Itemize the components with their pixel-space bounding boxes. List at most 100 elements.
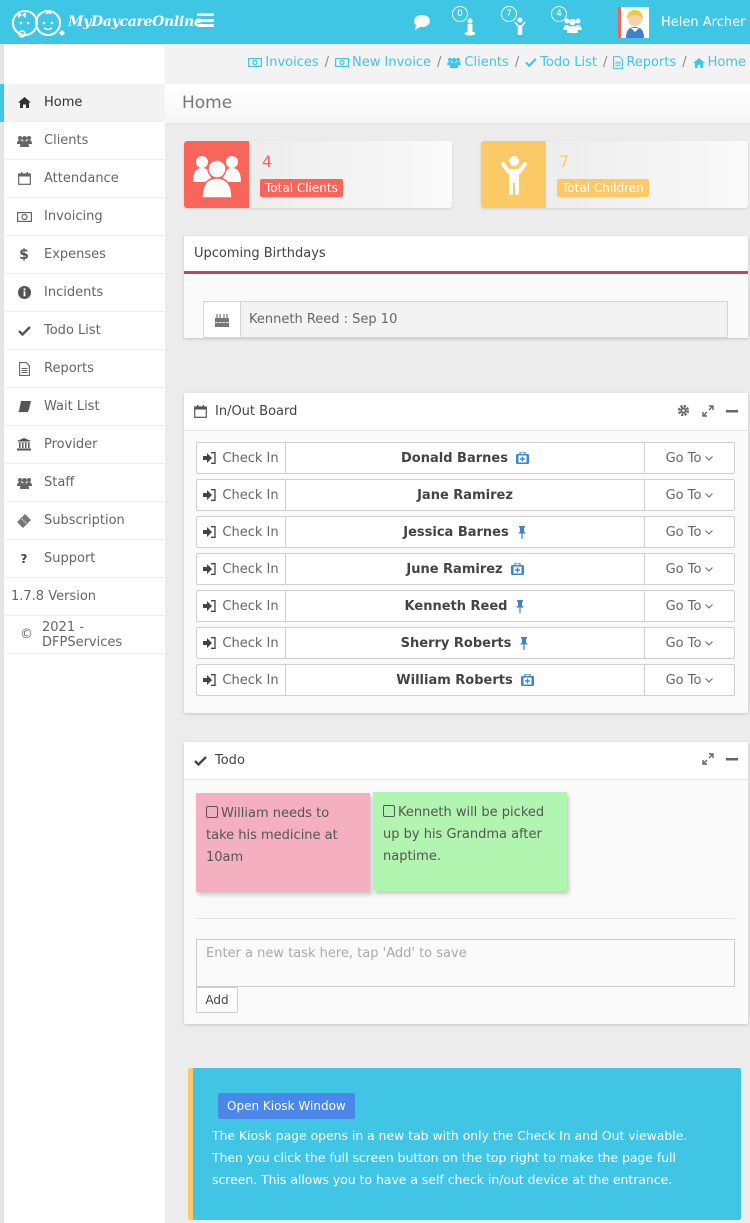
breadcrumb-bar: Invoices / New Invoice / Clients / Todo … (165, 44, 750, 84)
collapse-icon[interactable] (726, 753, 738, 765)
goto-dropdown[interactable]: Go To (644, 628, 734, 658)
inout-row: Check In William Roberts Go To (196, 664, 735, 696)
todo-checkbox[interactable] (206, 806, 218, 818)
brand-logo[interactable]: MyDaycareOnline (8, 6, 203, 38)
breadcrumb-home[interactable]: Home (692, 55, 746, 70)
hamburger-icon (197, 13, 214, 16)
child-name[interactable]: Kenneth Reed (286, 591, 644, 621)
collapse-icon[interactable] (726, 405, 738, 417)
sidebar-item-home[interactable]: Home (0, 84, 165, 122)
divider (196, 918, 735, 919)
home-icon (4, 97, 44, 108)
child-name[interactable]: Jane Ramirez (286, 480, 644, 510)
add-task-button[interactable]: Add (196, 987, 238, 1013)
sidebar-item-subscription[interactable]: Subscription (4, 502, 165, 540)
sidebar-item-label: Clients (44, 133, 89, 148)
goto-dropdown[interactable]: Go To (644, 554, 734, 584)
sidebar-item-provider[interactable]: Provider (4, 426, 165, 464)
sidebar-item-label: Expenses (44, 247, 106, 262)
info-icon (4, 286, 44, 299)
version-text: 1.7.8 Version (11, 589, 97, 604)
sidebar-item-staff[interactable]: Staff (4, 464, 165, 502)
total-clients-value: 4 (262, 152, 273, 171)
gear-icon[interactable] (677, 404, 690, 417)
sidebar-item-clients[interactable]: Clients (4, 122, 165, 160)
open-kiosk-window-button[interactable]: Open Kiosk Window (218, 1093, 355, 1119)
check-icon (525, 58, 537, 67)
sign-in-icon (203, 674, 217, 686)
todo-note-text: William needs to take his medicine at 10… (206, 806, 338, 865)
birthday-cake-icon (204, 302, 241, 337)
checked-in-count-button[interactable]: 0 (452, 6, 482, 38)
goto-dropdown[interactable]: Go To (644, 517, 734, 547)
child-name[interactable]: Sherry Roberts (286, 628, 644, 658)
goto-dropdown[interactable]: Go To (644, 480, 734, 510)
check-in-button[interactable]: Check In (197, 443, 286, 473)
children-count-button[interactable]: 7 (501, 6, 531, 38)
sidebar-item-expenses[interactable]: $ Expenses (4, 236, 165, 274)
child-name[interactable]: Jessica Barnes (286, 517, 644, 547)
sidebar-item-label: Provider (44, 437, 98, 452)
sidebar-item-todo-list[interactable]: Todo List (4, 312, 165, 350)
breadcrumb-new-invoice[interactable]: New Invoice (335, 55, 431, 70)
check-in-button[interactable]: Check In (197, 591, 286, 621)
panel-tools (665, 404, 738, 417)
chat-bubble-icon (414, 15, 430, 30)
inout-row: Check In Donald Barnes Go To (196, 442, 735, 474)
sidebar-item-attendance[interactable]: Attendance (4, 160, 165, 198)
check-in-button[interactable]: Check In (197, 480, 286, 510)
messages-button[interactable] (413, 14, 431, 46)
breadcrumb-todo-list[interactable]: Todo List (525, 55, 597, 70)
menu-toggle-button[interactable] (197, 13, 214, 27)
expand-icon[interactable] (702, 404, 714, 417)
sidebar-item-support[interactable]: ? Support (4, 540, 165, 578)
child-icon (481, 141, 546, 208)
total-clients-card[interactable]: 4 Total Clients (184, 141, 452, 208)
dollar-icon: $ (19, 246, 29, 263)
sidebar-item-label: Subscription (44, 513, 125, 528)
breadcrumb-invoices[interactable]: Invoices (248, 55, 319, 70)
sign-in-icon (203, 489, 217, 501)
sidebar-item-incidents[interactable]: Incidents (4, 274, 165, 312)
sidebar-item-reports[interactable]: Reports (4, 350, 165, 388)
check-in-button[interactable]: Check In (197, 554, 286, 584)
expand-icon[interactable] (702, 753, 714, 765)
breadcrumb-reports[interactable]: Reports (613, 55, 676, 70)
child-name[interactable]: Donald Barnes (286, 443, 644, 473)
goto-dropdown[interactable]: Go To (644, 443, 734, 473)
chevron-down-icon (705, 639, 714, 648)
sidebar-item-invoicing[interactable]: Invoicing (4, 198, 165, 236)
panel-title: Todo (215, 753, 245, 768)
birthday-text: Kenneth Reed : Sep 10 (249, 312, 398, 327)
checked-in-person-icon (464, 18, 476, 36)
sidebar: Home Clients Attendance Invoicing $ Expe… (0, 44, 165, 1223)
goto-dropdown[interactable]: Go To (644, 665, 734, 695)
clients-group-icon (184, 141, 249, 208)
copyright: © 2021 - DFPServices (4, 616, 165, 654)
chevron-down-icon (705, 454, 714, 463)
home-icon (692, 57, 705, 68)
pin-icon (515, 599, 525, 613)
sidebar-item-label: Wait List (44, 399, 100, 414)
child-icon (514, 17, 526, 35)
sidebar-item-wait-list[interactable]: Wait List (4, 388, 165, 426)
child-name[interactable]: William Roberts (286, 665, 644, 695)
inout-row: Check In June Ramirez Go To (196, 553, 735, 585)
check-in-button[interactable]: Check In (197, 628, 286, 658)
todo-checkbox[interactable] (383, 805, 395, 817)
medkit-icon (515, 452, 529, 464)
new-task-input[interactable] (196, 939, 735, 987)
child-name[interactable]: June Ramirez (286, 554, 644, 584)
breadcrumb-clients[interactable]: Clients (447, 55, 509, 70)
clients-count-button[interactable]: 4 (551, 6, 583, 38)
brand-name: MyDaycareOnline (68, 14, 203, 30)
total-children-card[interactable]: 7 Total Children (481, 141, 748, 208)
check-in-button[interactable]: Check In (197, 517, 286, 547)
sidebar-item-label: Staff (44, 475, 75, 490)
sidebar-header (4, 44, 165, 84)
goto-dropdown[interactable]: Go To (644, 591, 734, 621)
calendar-icon (194, 405, 207, 418)
user-profile-menu[interactable]: Helen Archer (618, 6, 745, 38)
book-icon (4, 400, 44, 413)
check-in-button[interactable]: Check In (197, 665, 286, 695)
